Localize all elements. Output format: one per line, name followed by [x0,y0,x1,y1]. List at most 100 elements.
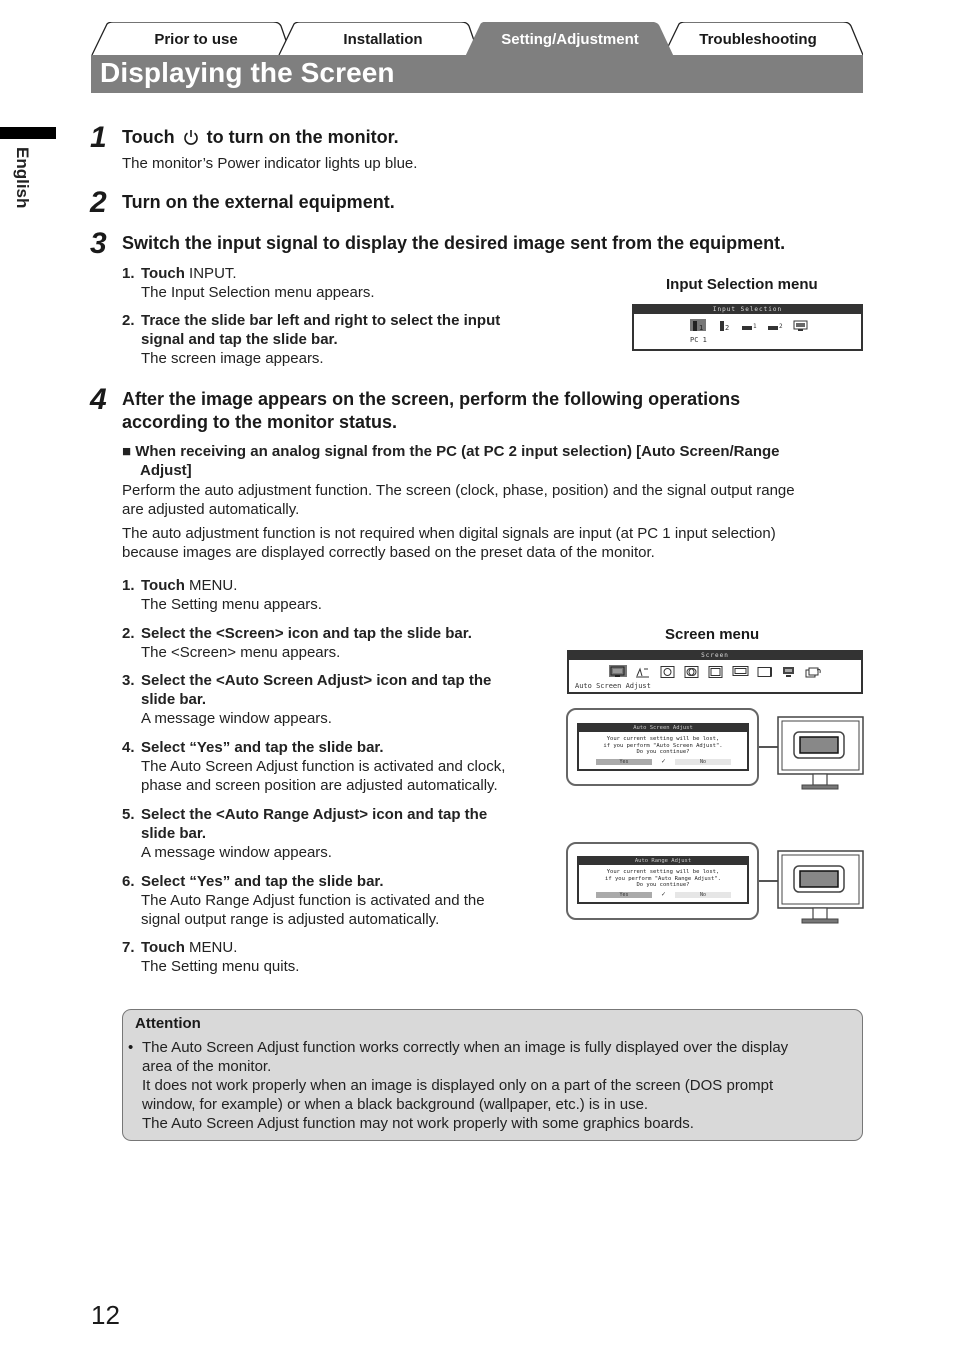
auto-range-adjust-icon [635,665,651,678]
clock-icon [660,665,676,678]
substep-number: 6. [122,873,135,890]
paragraph: Perform the auto adjustment function. Th… [122,481,795,519]
title-bar: Displaying the Screen [91,55,863,93]
substep-number: 7. [122,939,135,956]
step-number: 1 [90,121,107,154]
dialog-line: Do you continue? [636,749,690,755]
dialog-yes-button: Yes [596,759,652,765]
svg-text:1: 1 [699,324,703,332]
monitor-icon [777,850,864,924]
osd-selected-label: PC 1 [690,336,707,344]
dialog-no-button: No [675,759,731,765]
substep: 7. Touch MENU. The Setting menu quits. [122,938,299,976]
substep-number: 1. [122,265,135,282]
figure-caption: Input Selection menu [666,276,818,293]
step-body: The monitor’s Power indicator lights up … [122,155,418,172]
video1-icon: 1 [742,319,758,331]
ver-position-icon [732,665,750,677]
dialog-title: Auto Range Adjust [579,858,747,865]
substep-action: Trace the slide bar left and right to se… [141,312,501,329]
power-icon [183,128,199,145]
substep-number: 5. [122,806,135,823]
dialog-callout-frame: Auto Screen Adjust Your current setting … [566,708,759,786]
substep: 2. Trace the slide bar left and right to… [122,311,500,368]
pc1-dvi-icon: 1 [690,319,706,332]
substep-key: MENU. [184,939,238,956]
bullet-icon: • [128,1039,134,1056]
substep-action: Touch [141,265,185,282]
osd-selected-label: Auto Screen Adjust [575,682,651,690]
paragraph-line: The auto adjustment function is not requ… [122,525,776,542]
substep-number: 4. [122,739,135,756]
video2-icon: 2 [768,319,784,331]
paragraph-line: Perform the auto adjustment function. Th… [122,482,795,499]
substep-action: Select the <Screen> icon and tap the sli… [141,625,472,642]
step-title: Switch the input signal to display the d… [122,233,786,253]
pc2-dsub-icon: 2 [718,319,734,332]
substep: 1. Touch MENU. The Setting menu appears. [122,576,322,614]
substep: 1. Touch INPUT. The Input Selection menu… [122,264,374,302]
monitor-icon [777,716,864,790]
substep-number: 2. [122,625,135,642]
svg-text:1: 1 [753,323,757,330]
attention-line: The Auto Screen Adjust function may not … [142,1115,694,1132]
substep-body: The Setting menu appears. [141,596,322,613]
step-title: After the image appears on the screen, p… [122,388,740,434]
substep-action: slide bar. [141,825,207,842]
phase-icon [684,665,700,678]
substep-action: Select the <Auto Range Adjust> icon and … [141,806,488,823]
substep-body: The screen image appears. [141,350,324,367]
figure-caption: Screen menu [665,626,760,643]
auto-screen-adjust-dialog: Auto Screen Adjust Your current setting … [577,723,749,771]
step-number: 4 [90,383,107,416]
substep-number: 2. [122,312,135,329]
signal-filter-icon [781,665,797,677]
substep-action: Select “Yes” and tap the slide bar. [141,739,384,756]
step-title: Touch to turn on the monitor. [122,126,399,149]
substep-key: INPUT. [184,265,237,282]
page-title: Displaying the Screen [100,57,395,88]
substep-action: Touch [141,939,185,956]
substep-body: The <Screen> menu appears. [141,644,341,661]
step-number: 3 [90,227,107,260]
attention-box: Attention • The Auto Screen Adjust funct… [122,1009,863,1141]
tab-prior-to-use[interactable]: Prior to use [111,31,281,48]
language-marker: English [13,147,32,209]
tab-setting-adjustment[interactable]: Setting/Adjustment [485,31,655,48]
paragraph-line: are adjusted automatically. [122,501,300,518]
paragraph-line: because images are displayed correctly b… [122,544,655,561]
attention-line: It does not work properly when an image … [142,1077,774,1094]
step-number: 2 [90,186,107,219]
substep-key: MENU. [184,577,238,594]
dialog-message: Your current setting will be lost, if yo… [579,869,747,889]
auto-range-adjust-dialog: Auto Range Adjust Your current setting w… [577,856,749,904]
substep-body: A message window appears. [141,710,332,727]
substep-action: Touch [141,577,185,594]
step-title: Turn on the external equipment. [122,192,395,212]
substep-number: 3. [122,672,135,689]
substep-action: Select “Yes” and tap the slide bar. [141,873,384,890]
step-title-line: After the image appears on the screen, p… [122,389,741,409]
substep-number: 1. [122,577,135,594]
substep: 2. Select the <Screen> icon and tap the … [122,624,472,662]
svg-text:2: 2 [725,324,729,332]
substep: 3. Select the <Auto Screen Adjust> icon … [122,671,491,728]
square-bullet-icon: ■ [122,443,132,460]
dialog-callout-frame: Auto Range Adjust Your current setting w… [566,842,759,920]
substep-body: The Auto Screen Adjust function is activ… [141,758,506,775]
tab-installation[interactable]: Installation [298,31,468,48]
substep: 5. Select the <Auto Range Adjust> icon a… [122,805,487,862]
section-heading: ■ When receiving an analog signal from t… [122,442,780,480]
tab-troubleshooting[interactable]: Troubleshooting [673,31,843,48]
substep-action: Select the <Auto Screen Adjust> icon and… [141,672,492,689]
language-marker-bar [0,127,56,139]
step-title-part: Touch [122,127,175,147]
paragraph: The auto adjustment function is not requ… [122,524,776,562]
svg-text:2: 2 [779,323,783,330]
osd-title: Input Selection [634,306,861,314]
check-icon: ✓ [661,759,667,765]
osd-title: Screen [569,652,861,660]
substep-action: signal and tap the slide bar. [141,331,338,348]
attention-line: The Auto Screen Adjust function works co… [142,1039,789,1056]
step-title-line: according to the monitor status. [122,412,398,432]
